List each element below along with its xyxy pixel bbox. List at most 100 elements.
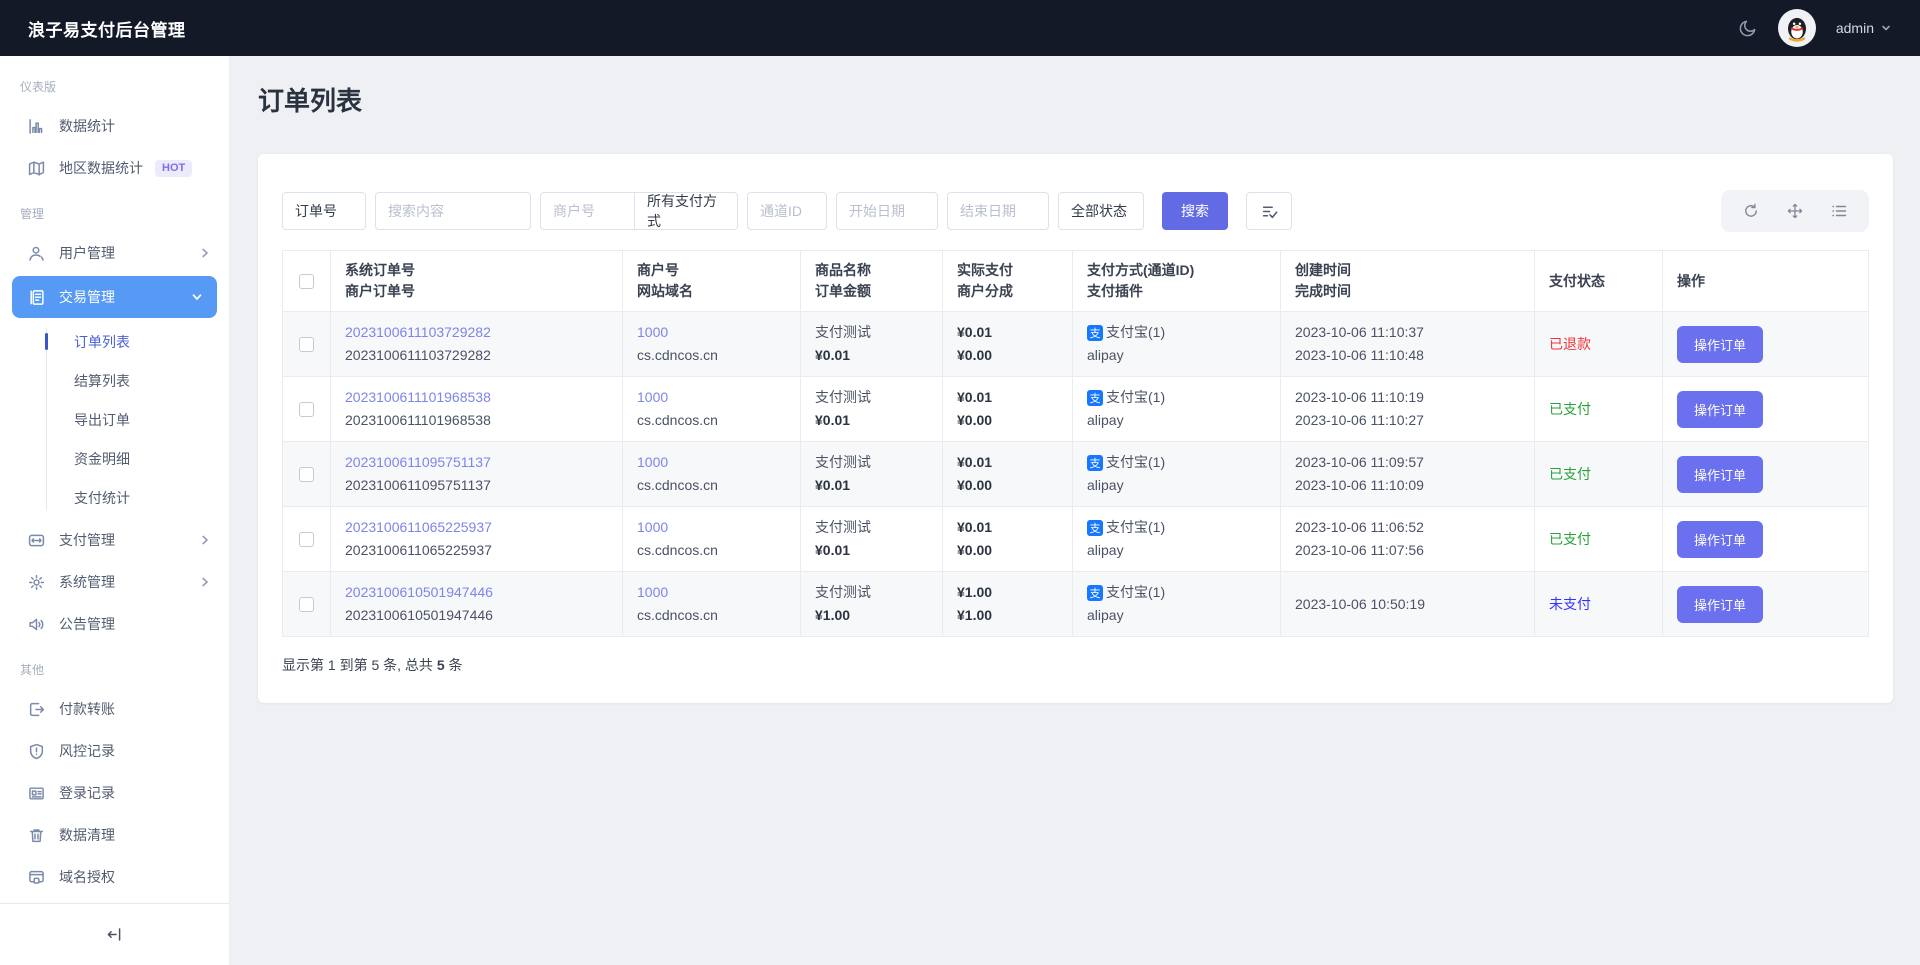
sidebar-item-label: 公告管理 [59,614,115,634]
merchant-id-link[interactable]: 1000 [637,386,668,409]
row-checkbox[interactable] [299,532,314,547]
search-input[interactable] [375,192,531,230]
order-field-select[interactable]: 订单号 [282,192,366,230]
chevron-right-icon [199,247,211,259]
merchant-share: ¥1.00 [957,604,1058,627]
completed-time: 2023-10-06 11:07:56 [1295,539,1520,562]
system-order-link[interactable]: 2023100611101968538 [345,386,491,409]
product-name: 支付测试 [815,516,928,539]
user-avatar[interactable] [1778,9,1816,47]
system-order-link[interactable]: 2023100611065225937 [345,516,492,539]
status-select[interactable]: 全部状态 [1058,192,1144,230]
product-cell: 支付测试¥0.01 [801,507,943,572]
sidebar-item-risk-records[interactable]: 风控记录 [0,730,229,772]
sidebar-footer [0,903,229,965]
submenu-item-label: 支付统计 [74,488,130,508]
sidebar-item-region-stats[interactable]: 地区数据统计HOT [0,147,229,189]
submenu-item-label: 结算列表 [74,371,130,391]
system-order-link[interactable]: 2023100611095751137 [345,451,491,474]
site-domain: cs.cdncos.cn [637,409,786,432]
created-time: 2023-10-06 10:50:19 [1295,593,1520,616]
sidebar-item-sys-mgmt[interactable]: 系统管理 [0,561,229,603]
actual-pay: ¥1.00 [957,581,1058,604]
sidebar-subitem-settle-list[interactable]: 结算列表 [0,361,229,400]
sidebar-subitem-pay-stats[interactable]: 支付统计 [0,478,229,517]
sidebar-subitem-order-list[interactable]: 订单列表 [0,322,229,361]
merchant-order-no: 2023100610501947446 [345,604,608,627]
completed-time: 2023-10-06 11:10:09 [1295,474,1520,497]
merchant-order-no: 2023100611095751137 [345,474,608,497]
window-icon [28,869,46,886]
id-card-icon [28,785,46,802]
sidebar-item-payout-transfer[interactable]: 付款转账 [0,688,229,730]
status-cell: 已支付 [1535,442,1663,507]
sidebar-menu: 仪表版数据统计地区数据统计HOT管理用户管理交易管理订单列表结算列表导出订单资金… [0,56,229,903]
system-order-link[interactable]: 2023100610501947446 [345,581,493,604]
merchant-id-link[interactable]: 1000 [637,321,668,344]
pagination-prefix: 显示第 1 到第 5 条, 总共 [282,657,437,673]
sidebar-item-data-cleanup[interactable]: 数据清理 [0,814,229,856]
pagination-total: 5 [437,657,445,673]
sidebar-item-label: 系统管理 [59,572,115,592]
sidebar-subitem-fund-detail[interactable]: 资金明细 [0,439,229,478]
columns-list-icon[interactable] [1817,190,1861,232]
sidebar-item-login-records[interactable]: 登录记录 [0,772,229,814]
sidebar-item-trade-mgmt[interactable]: 交易管理 [12,276,217,318]
topbar: 浪子易支付后台管理 admin [0,0,1920,56]
payment-plugin: alipay [1087,344,1266,367]
sidebar-item-label: 付款转账 [59,699,115,719]
hot-badge: HOT [155,160,192,177]
select-all-checkbox[interactable] [299,274,314,289]
sidebar-item-domain-auth[interactable]: 域名授权 [0,856,229,898]
time-cell: 2023-10-06 11:06:522023-10-06 11:07:56 [1281,507,1535,572]
account-menu[interactable]: admin [1836,20,1892,36]
system-order-link[interactable]: 2023100611103729282 [345,321,491,344]
sidebar-item-announce-mgmt[interactable]: 公告管理 [0,603,229,645]
submenu-item-label: 资金明细 [74,449,130,469]
refresh-icon[interactable] [1729,190,1773,232]
payment-method-select[interactable]: 所有支付方式 [635,192,738,230]
search-button[interactable]: 搜索 [1162,192,1228,230]
row-checkbox[interactable] [299,467,314,482]
operate-order-button[interactable]: 操作订单 [1677,391,1763,428]
merchant-cell: 1000cs.cdncos.cn [623,377,801,442]
orders-card: 订单号 所有支付方式 全部状态 搜索 [258,154,1893,703]
filter-icon[interactable] [1246,192,1292,230]
operate-order-button[interactable]: 操作订单 [1677,456,1763,493]
operate-order-button[interactable]: 操作订单 [1677,586,1763,623]
start-date-input[interactable] [836,192,938,230]
sidebar-item-label: 用户管理 [59,243,115,263]
channel-id-input[interactable] [747,192,827,230]
speaker-icon [28,616,46,633]
dark-mode-moon-icon[interactable] [1737,18,1758,39]
move-icon[interactable] [1773,190,1817,232]
merchant-id-link[interactable]: 1000 [637,581,668,604]
operate-order-button[interactable]: 操作订单 [1677,521,1763,558]
order-amount: ¥1.00 [815,604,928,627]
order-no-cell: 20231006111037292822023100611103729282 [331,312,623,377]
sidebar-item-data-stats[interactable]: 数据统计 [0,105,229,147]
merchant-share: ¥0.00 [957,474,1058,497]
end-date-input[interactable] [947,192,1049,230]
action-cell: 操作订单 [1663,377,1869,442]
collapse-sidebar-icon[interactable] [106,926,123,943]
pay-amount-cell: ¥0.01¥0.00 [943,442,1073,507]
method-name: 支付宝(1) [1106,386,1165,409]
sidebar-subitem-export-orders[interactable]: 导出订单 [0,400,229,439]
chevron-right-icon [199,576,211,588]
method-cell: 支支付宝(1)alipay [1073,572,1281,637]
product-cell: 支付测试¥0.01 [801,312,943,377]
row-checkbox[interactable] [299,337,314,352]
svg-text:支: 支 [1090,327,1101,340]
merchant-id-link[interactable]: 1000 [637,451,668,474]
operate-order-button[interactable]: 操作订单 [1677,326,1763,363]
merchant-id-input[interactable] [540,192,635,230]
column-header-line: 商品名称 [815,260,928,281]
order-amount: ¥0.01 [815,474,928,497]
merchant-id-link[interactable]: 1000 [637,516,668,539]
row-checkbox[interactable] [299,402,314,417]
sidebar-item-label: 支付管理 [59,530,115,550]
sidebar-item-pay-mgmt[interactable]: 支付管理 [0,519,229,561]
sidebar-item-user-mgmt[interactable]: 用户管理 [0,232,229,274]
row-checkbox[interactable] [299,597,314,612]
